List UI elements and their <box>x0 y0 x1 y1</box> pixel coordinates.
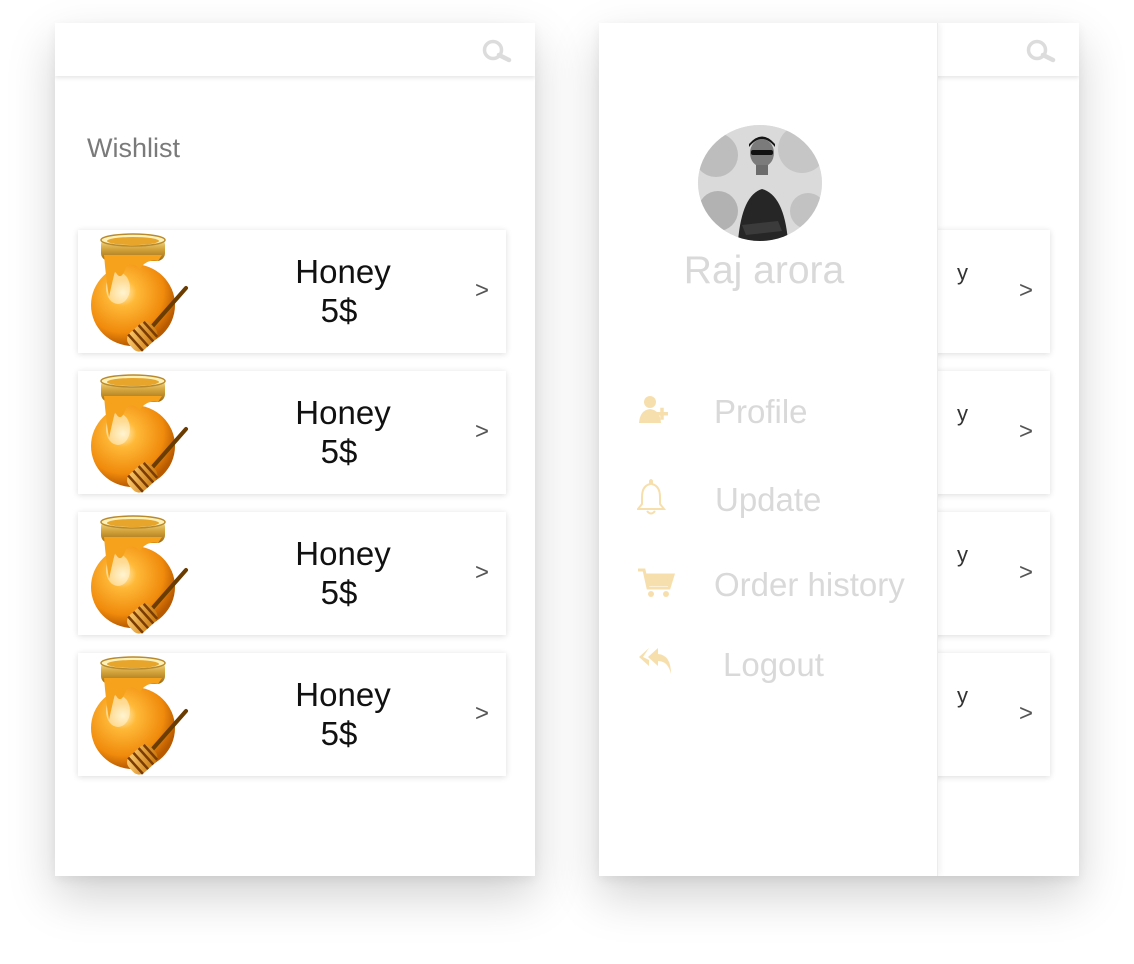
top-bar <box>55 23 535 76</box>
item-name: Honey <box>295 394 391 431</box>
item-name: Honey <box>295 676 391 713</box>
chevron-right-icon[interactable]: > <box>475 559 489 587</box>
wishlist-item[interactable]: Honey 5$ > <box>78 653 506 776</box>
wishlist-item[interactable]: Honey 5$ > <box>78 230 506 353</box>
menu-item-order-history[interactable]: Order history <box>637 564 927 604</box>
honey-pot-icon <box>88 515 194 635</box>
item-name: Honey <box>295 253 391 290</box>
menu-item-label: Logout <box>723 646 824 683</box>
honey-pot-icon <box>88 374 194 494</box>
chevron-right-icon[interactable]: > <box>1019 418 1033 446</box>
item-name-peek: y <box>957 260 968 285</box>
chevron-right-icon[interactable]: > <box>475 700 489 728</box>
honey-pot-icon <box>88 233 194 353</box>
page-title: Wishlist <box>87 133 180 163</box>
item-price: 5$ <box>320 715 358 752</box>
item-price: 5$ <box>320 574 358 611</box>
wishlist-screen: Wishlist Honey 5$ > Honey 5$ > Honey 5$ … <box>55 23 535 876</box>
menu-item-label: Profile <box>714 393 808 430</box>
item-price: 5$ <box>320 292 358 329</box>
menu-item-profile[interactable]: Profile <box>637 391 927 431</box>
chevron-right-icon[interactable]: > <box>475 277 489 305</box>
chevron-right-icon[interactable]: > <box>1019 277 1033 305</box>
bell-icon <box>637 479 667 515</box>
chevron-right-icon[interactable]: > <box>1019 559 1033 587</box>
wishlist-item[interactable]: Honey 5$ > <box>78 512 506 635</box>
avatar-photo <box>698 125 822 241</box>
user-name: Raj arora <box>683 249 845 292</box>
item-name: Honey <box>295 535 391 572</box>
avatar[interactable] <box>698 125 822 241</box>
chevron-right-icon[interactable]: > <box>475 418 489 446</box>
item-price: 5$ <box>320 433 358 470</box>
menu-item-update[interactable]: Update <box>637 479 927 519</box>
menu-item-label: Order history <box>714 566 905 603</box>
menu-item-label: Update <box>715 481 822 518</box>
reply-all-icon <box>639 648 671 674</box>
wishlist-item[interactable]: Honey 5$ > <box>78 371 506 494</box>
menu-screen: y > y > y > y > Raj arora Profile Update… <box>599 23 1079 876</box>
cart-icon <box>638 568 675 597</box>
add-user-icon <box>639 396 668 423</box>
search-icon[interactable] <box>1023 39 1057 63</box>
item-name-peek: y <box>957 401 968 426</box>
navigation-drawer: Raj arora Profile Update Order history L… <box>599 23 938 876</box>
item-name-peek: y <box>957 542 968 567</box>
menu-item-logout[interactable]: Logout <box>637 644 927 684</box>
honey-pot-icon <box>88 656 194 776</box>
item-name-peek: y <box>957 683 968 708</box>
chevron-right-icon[interactable]: > <box>1019 700 1033 728</box>
search-icon[interactable] <box>479 39 513 63</box>
